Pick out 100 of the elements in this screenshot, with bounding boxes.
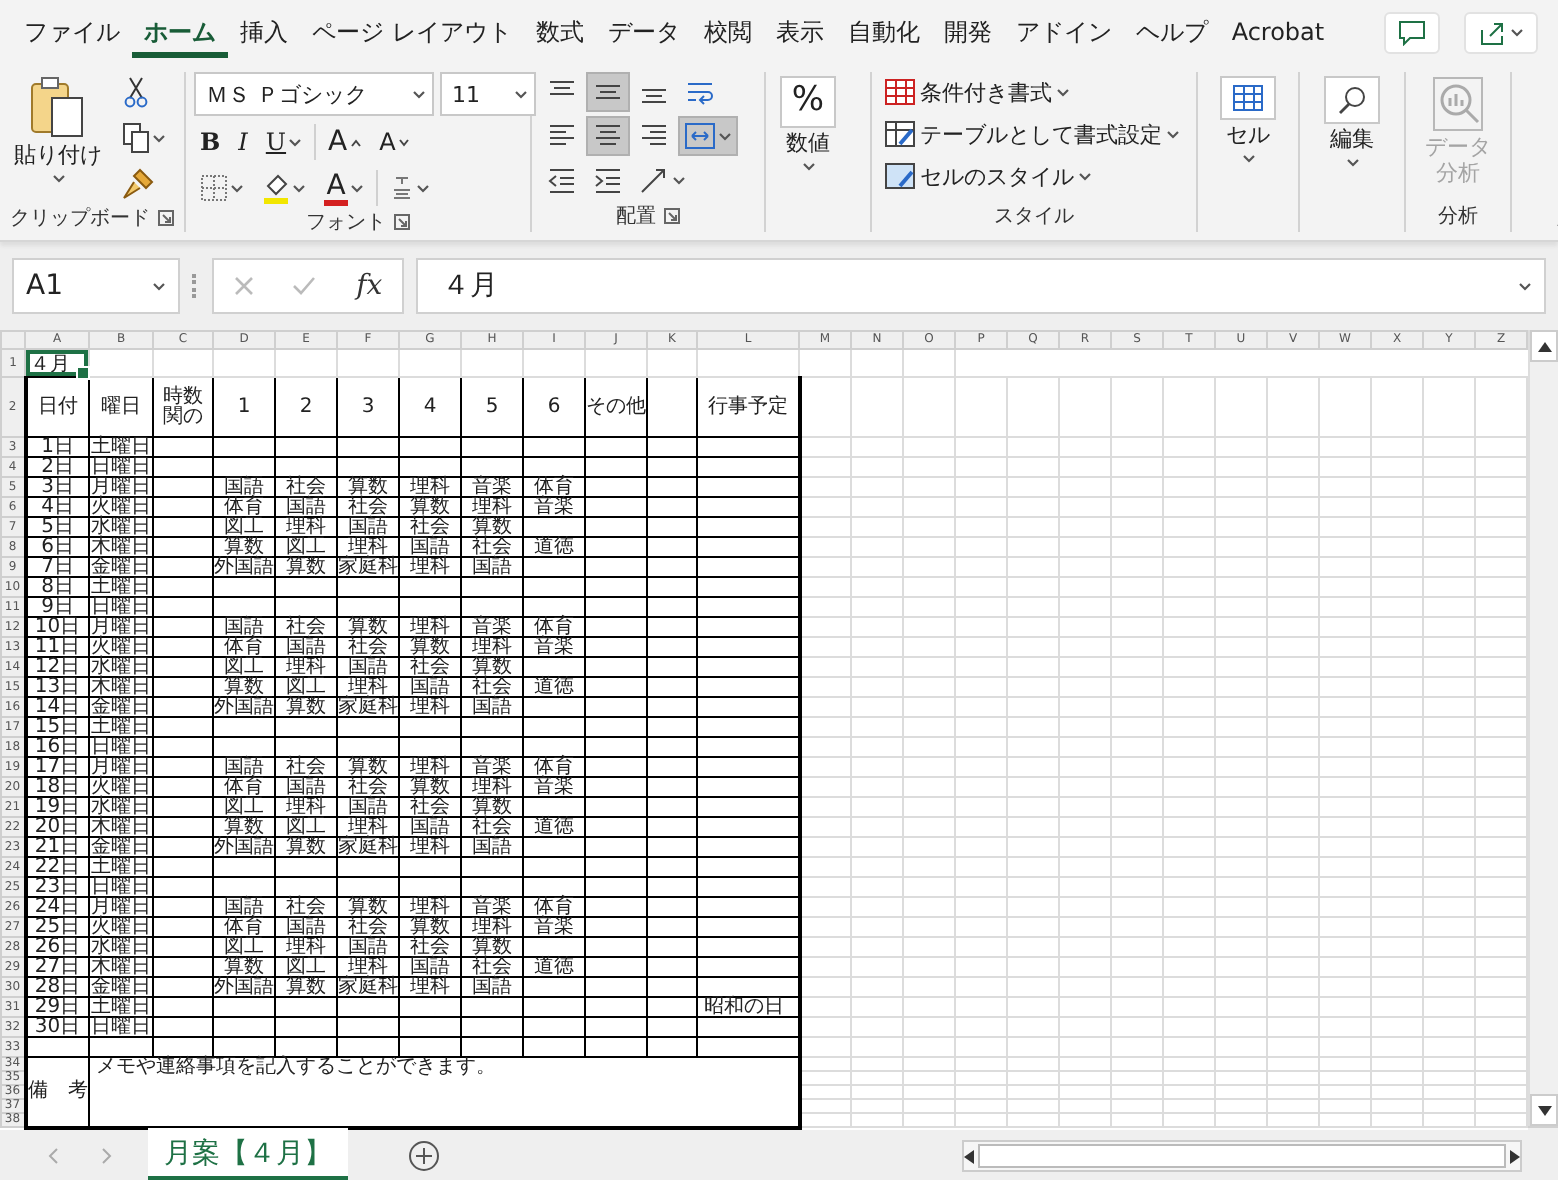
caret-icon xyxy=(1345,157,1359,168)
conditional-format-button[interactable]: 条件付き書式 xyxy=(880,72,1184,112)
shrink-font-button[interactable]: A xyxy=(373,122,416,162)
table-cell: 家庭科 xyxy=(337,837,399,857)
horizontal-scrollbar[interactable] xyxy=(962,1140,1522,1172)
ribbon-tab[interactable]: アドイン xyxy=(1003,6,1124,58)
share-button[interactable] xyxy=(1464,11,1538,53)
table-cell: 理科 xyxy=(399,557,461,577)
table-cell: 4日 xyxy=(25,497,89,517)
table-cell: 水曜日 xyxy=(89,937,153,957)
insert-function-button[interactable]: fx xyxy=(356,270,383,302)
column-heading: その他 xyxy=(585,377,647,437)
table-cell: 道徳 xyxy=(523,677,585,697)
table-cell: 社会 xyxy=(275,757,337,777)
table-cell: 理科 xyxy=(337,817,399,837)
caret-icon xyxy=(152,133,166,143)
ribbon-tab[interactable]: ページ レイアウト xyxy=(300,6,524,58)
launcher-icon xyxy=(158,210,174,226)
table-cell: 音楽 xyxy=(523,637,585,657)
add-sheet-icon[interactable] xyxy=(408,1140,440,1172)
table-cell: 図工 xyxy=(213,937,275,957)
ribbon-tab[interactable]: Acrobat xyxy=(1219,6,1337,58)
table-cell: 国語 xyxy=(213,477,275,497)
formula-field[interactable]: ４月 xyxy=(416,258,1546,314)
cells-icon xyxy=(1232,84,1264,112)
table-cell: 社会 xyxy=(399,657,461,677)
ribbon-tab[interactable]: 数式 xyxy=(523,6,596,58)
table-cell: 国語 xyxy=(275,777,337,797)
ribbon-tab[interactable]: ホーム xyxy=(132,6,228,58)
fill-color-icon xyxy=(262,172,290,204)
ribbon-tab[interactable]: データ xyxy=(595,6,692,58)
table-cell: 理科 xyxy=(275,797,337,817)
table-cell: 社会 xyxy=(337,917,399,937)
table-cell: 30日 xyxy=(25,1017,89,1037)
fill-handle[interactable] xyxy=(76,366,90,380)
table-format-button[interactable]: テーブルとして書式設定 xyxy=(880,114,1184,154)
editing-button[interactable]: 編集 xyxy=(1318,72,1386,200)
font-color-button[interactable]: A xyxy=(318,168,370,208)
table-cell: 15日 xyxy=(25,717,89,737)
table-cell: 社会 xyxy=(337,497,399,517)
font-size-field[interactable]: 11 xyxy=(440,72,536,116)
merge-cells-icon xyxy=(684,122,716,150)
scroll-up-icon[interactable] xyxy=(1537,341,1551,351)
paste-button[interactable]: 貼り付け xyxy=(8,72,108,204)
align-center-button[interactable] xyxy=(586,116,630,156)
table-cell: 月曜日 xyxy=(89,477,153,497)
name-box[interactable]: A1 xyxy=(12,258,180,314)
comment-icon xyxy=(1398,19,1426,45)
ribbon-tab[interactable]: ファイル xyxy=(12,6,132,58)
table-cell: 木曜日 xyxy=(89,957,153,977)
table-cell: 金曜日 xyxy=(89,837,153,857)
grow-font-button[interactable]: A xyxy=(322,122,368,162)
up-caret-icon xyxy=(349,137,362,147)
table-cell: 国語 xyxy=(337,657,399,677)
table-cell: 日曜日 xyxy=(89,877,153,897)
table-cell: 算数 xyxy=(275,977,337,997)
table-cell: 国語 xyxy=(461,557,523,577)
number-format-button[interactable]: % 数値 xyxy=(774,72,842,200)
table-cell: 算数 xyxy=(399,637,461,657)
table-cell: 理科 xyxy=(399,697,461,717)
table-cell: 算数 xyxy=(275,697,337,717)
scroll-right-icon[interactable] xyxy=(1510,1149,1520,1163)
vertical-scrollbar[interactable] xyxy=(1528,330,1558,1126)
align-middle-button[interactable] xyxy=(586,72,630,112)
table-cell: 火曜日 xyxy=(89,777,153,797)
table-cell: 算数 xyxy=(337,477,399,497)
bold-button[interactable]: B xyxy=(194,122,227,162)
ribbon-tab[interactable]: 挿入 xyxy=(228,6,300,58)
table-cell: 算数 xyxy=(337,897,399,917)
scroll-down-icon[interactable] xyxy=(1537,1105,1551,1115)
font-name-field[interactable]: ＭＳ Ｐゴシック xyxy=(194,72,434,116)
ribbon-tab[interactable]: 校閲 xyxy=(691,6,764,58)
ribbon-tab[interactable]: ヘルプ xyxy=(1123,6,1220,58)
ribbon-tab[interactable]: 表示 xyxy=(763,6,836,58)
table-cell: 外国語 xyxy=(213,697,275,717)
italic-button[interactable]: I xyxy=(232,122,254,162)
group-label: 配置 xyxy=(616,203,656,230)
table-cell: 5日 xyxy=(25,517,89,537)
table-cell: 日曜日 xyxy=(89,737,153,757)
check-icon[interactable] xyxy=(292,276,317,296)
caret-icon xyxy=(288,137,303,147)
ribbon-tab[interactable]: 自動化 xyxy=(835,6,932,58)
cell-styles-button[interactable]: セルのスタイル xyxy=(880,156,1184,196)
merge-cells-button[interactable] xyxy=(678,116,738,156)
sheet-tab[interactable]: 月案【４月】 xyxy=(148,1128,348,1180)
table-cell: 10日 xyxy=(25,617,89,637)
cells-button[interactable]: セル xyxy=(1214,72,1282,200)
table-cell: 音楽 xyxy=(461,477,523,497)
table-cell: 体育 xyxy=(523,477,585,497)
underline-button[interactable]: U xyxy=(259,122,309,162)
ribbon-tab[interactable]: 開発 xyxy=(931,6,1004,58)
scroll-left-icon[interactable] xyxy=(964,1149,974,1163)
column-heading: 3 xyxy=(337,377,399,437)
table-cell: 国語 xyxy=(213,617,275,637)
table-cell: 水曜日 xyxy=(89,797,153,817)
table-cell: 昭和の日 xyxy=(697,997,799,1017)
table-cell: 国語 xyxy=(213,897,275,917)
caret-icon xyxy=(672,175,686,185)
table-cell: 算数 xyxy=(213,817,275,837)
comments-button[interactable] xyxy=(1384,11,1440,53)
